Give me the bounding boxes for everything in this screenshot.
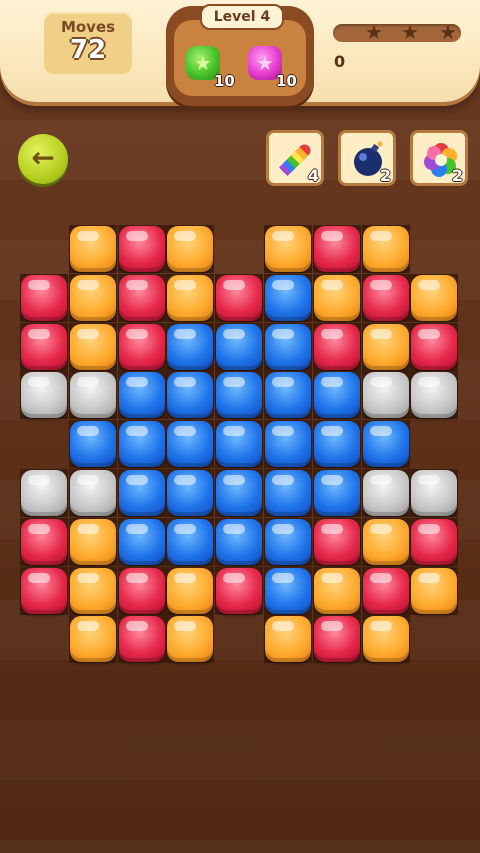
gray-stone-block — [411, 470, 458, 516]
orange-gem[interactable] — [265, 226, 311, 272]
board-cell — [215, 225, 263, 273]
orange-gem[interactable] — [167, 616, 214, 663]
red-gem[interactable] — [216, 274, 263, 321]
blue-gem[interactable] — [167, 372, 214, 419]
red-gem[interactable] — [118, 274, 165, 321]
blue-gem[interactable] — [118, 518, 165, 565]
orange-gem[interactable] — [69, 226, 116, 272]
red-gem[interactable] — [362, 274, 409, 321]
orange-gem[interactable] — [362, 323, 409, 370]
blue-gem[interactable] — [216, 470, 263, 516]
blue-gem[interactable] — [265, 274, 311, 321]
blue-gem[interactable] — [362, 421, 409, 468]
red-gem[interactable] — [313, 226, 360, 272]
blue-gem[interactable] — [216, 323, 263, 370]
red-gem[interactable] — [118, 226, 165, 272]
orange-gem[interactable] — [69, 567, 116, 614]
red-gem[interactable] — [216, 567, 263, 614]
orange-gem[interactable] — [167, 567, 214, 614]
gray-stone-block — [362, 372, 409, 419]
orange-gem[interactable] — [362, 518, 409, 565]
game-board — [0, 0, 480, 853]
blue-gem[interactable] — [313, 421, 360, 468]
orange-gem[interactable] — [313, 274, 360, 321]
orange-gem[interactable] — [265, 616, 311, 663]
gray-stone-block — [69, 470, 116, 516]
blue-gem[interactable] — [313, 470, 360, 516]
blue-gem[interactable] — [265, 421, 311, 468]
orange-gem[interactable] — [167, 226, 214, 272]
blue-gem[interactable] — [167, 518, 214, 565]
orange-gem[interactable] — [362, 226, 409, 272]
blue-gem[interactable] — [69, 421, 116, 468]
blue-gem[interactable] — [118, 470, 165, 516]
orange-gem[interactable] — [69, 616, 116, 663]
blue-gem[interactable] — [265, 518, 311, 565]
blue-gem[interactable] — [167, 470, 214, 516]
board-cell — [215, 615, 263, 663]
gray-stone-block — [362, 470, 409, 516]
red-gem[interactable] — [21, 274, 67, 321]
red-gem[interactable] — [411, 518, 458, 565]
blue-gem[interactable] — [216, 421, 263, 468]
red-gem[interactable] — [313, 518, 360, 565]
red-gem[interactable] — [313, 323, 360, 370]
gray-stone-block — [21, 372, 67, 419]
orange-gem[interactable] — [411, 567, 458, 614]
blue-gem[interactable] — [265, 372, 311, 419]
gray-stone-block — [69, 372, 116, 419]
blue-gem[interactable] — [118, 421, 165, 468]
orange-gem[interactable] — [167, 274, 214, 321]
red-gem[interactable] — [118, 567, 165, 614]
blue-gem[interactable] — [216, 518, 263, 565]
orange-gem[interactable] — [313, 567, 360, 614]
orange-gem[interactable] — [362, 616, 409, 663]
red-gem[interactable] — [411, 323, 458, 370]
gray-stone-block — [21, 470, 67, 516]
blue-gem[interactable] — [313, 372, 360, 419]
orange-gem[interactable] — [69, 274, 116, 321]
red-gem[interactable] — [362, 567, 409, 614]
blue-gem[interactable] — [265, 323, 311, 370]
red-gem[interactable] — [21, 323, 67, 370]
red-gem[interactable] — [118, 323, 165, 370]
orange-gem[interactable] — [69, 323, 116, 370]
red-gem[interactable] — [313, 616, 360, 663]
red-gem[interactable] — [21, 567, 67, 614]
orange-gem[interactable] — [411, 274, 458, 321]
blue-gem[interactable] — [167, 323, 214, 370]
gray-stone-block — [411, 372, 458, 419]
blue-gem[interactable] — [216, 372, 263, 419]
blue-gem[interactable] — [265, 470, 311, 516]
orange-gem[interactable] — [69, 518, 116, 565]
red-gem[interactable] — [21, 518, 67, 565]
blue-gem[interactable] — [265, 567, 311, 614]
blue-gem[interactable] — [118, 372, 165, 419]
blue-gem[interactable] — [167, 421, 214, 468]
red-gem[interactable] — [118, 616, 165, 663]
